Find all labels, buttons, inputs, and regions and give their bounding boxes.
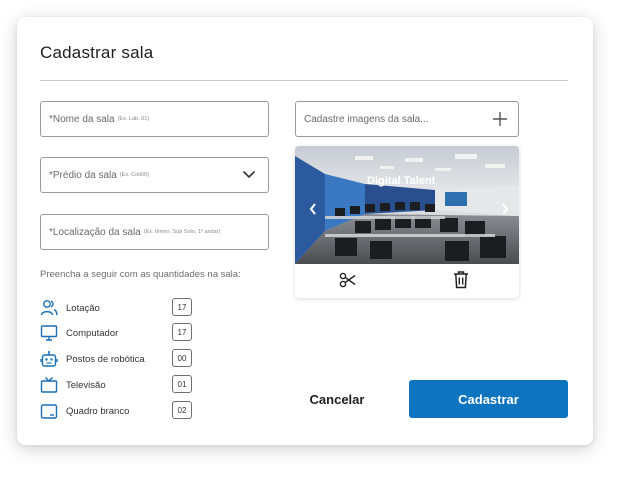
quantity-row-robotics: Postos de robótica 00 [40, 349, 200, 369]
building-hint: (Ex. Coti00) [119, 172, 149, 178]
photo-actions [295, 264, 519, 298]
robotics-label: Postos de robótica [66, 354, 145, 365]
tv-value-input[interactable]: 01 [172, 375, 192, 393]
photo-sign: Digital Talent [367, 175, 436, 187]
location-label: *Localização da sala [49, 226, 141, 238]
quantities-intro: Preencha a seguir com as quantidades na … [40, 269, 241, 280]
building-select[interactable]: *Prédio da sala (Ex. Coti00) [40, 157, 269, 193]
capacity-label: Lotação [66, 303, 100, 314]
trash-icon[interactable] [453, 270, 469, 289]
building-label: *Prédio da sala [49, 169, 117, 181]
image-upload-placeholder: Cadastre imagens da sala... [304, 113, 429, 125]
plus-icon[interactable] [492, 111, 508, 127]
monitor-icon [40, 325, 58, 341]
location-input[interactable]: *Localização da sala (Ex. térreo, Sub So… [40, 214, 269, 250]
computer-label: Computador [66, 328, 119, 339]
room-photo-card: Digital Talent [295, 146, 519, 298]
tv-icon [40, 377, 58, 393]
quantity-row-tv: Televisão 01 [40, 375, 200, 395]
whiteboard-label: Quadro branco [66, 406, 130, 417]
tv-label: Televisão [66, 380, 106, 391]
room-name-hint: (Ex. Lab. 01) [117, 116, 150, 122]
capacity-value-input[interactable]: 17 [172, 298, 192, 316]
room-name-label: *Nome da sala [49, 113, 115, 125]
quantity-row-whiteboard: Quadro branco 02 [40, 401, 200, 421]
chevron-down-icon [243, 171, 255, 179]
people-icon [40, 300, 58, 316]
modal-title: Cadastrar sala [40, 43, 154, 62]
quantity-row-computer: Computador 17 [40, 323, 200, 343]
robotics-value-input[interactable]: 00 [172, 349, 192, 367]
room-photo: Digital Talent [295, 146, 519, 264]
whiteboard-icon [40, 404, 58, 419]
register-room-modal: Cadastrar sala *Nome da sala (Ex. Lab. 0… [17, 17, 593, 445]
whiteboard-value-input[interactable]: 02 [172, 401, 192, 419]
title-divider [40, 80, 568, 81]
computer-value-input[interactable]: 17 [172, 323, 192, 341]
room-name-input[interactable]: *Nome da sala (Ex. Lab. 01) [40, 101, 269, 137]
image-upload-field[interactable]: Cadastre imagens da sala... [295, 101, 519, 137]
scissors-icon[interactable] [339, 271, 357, 289]
location-hint: (Ex. térreo, Sub Solo, 1º andar) [143, 229, 221, 235]
submit-button[interactable]: Cadastrar [409, 380, 568, 418]
robot-icon [40, 351, 58, 367]
cancel-button[interactable]: Cancelar [289, 380, 385, 418]
quantity-row-capacity: Lotação 17 [40, 298, 200, 318]
